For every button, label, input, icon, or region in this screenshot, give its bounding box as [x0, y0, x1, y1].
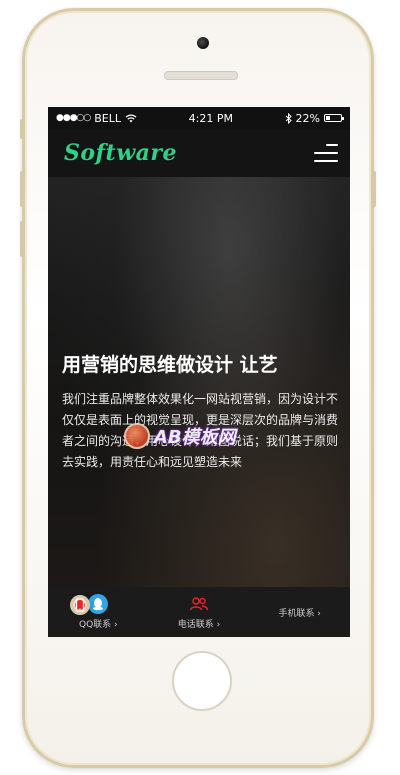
status-right: 22% — [285, 111, 344, 125]
hero-title: 用营销的思维做设计 让艺 — [62, 354, 278, 376]
tab-label: 电话联系 › — [177, 620, 221, 630]
mute-switch — [20, 119, 25, 139]
watermark-text: AB模板网 — [154, 427, 236, 448]
battery-percent: 22% — [295, 111, 320, 125]
wifi-icon — [125, 114, 137, 122]
mockup-stage: ●●●○○ BELL 4:21 PM 22% Software 用营销的思维做设… — [0, 0, 400, 775]
volume-down-button — [20, 221, 25, 257]
clock: 4:21 PM — [188, 111, 233, 125]
front-camera — [197, 37, 209, 49]
volume-up-button — [20, 171, 25, 207]
tab-qq-contact[interactable]: QQ联系 › — [48, 587, 149, 637]
top-navbar: Software — [48, 129, 350, 177]
tab-mobile-contact[interactable]: 手机联系 › — [70, 587, 350, 637]
contacts-icon — [189, 594, 209, 614]
watermark-logo-icon — [124, 423, 150, 449]
site-logo[interactable]: Software — [64, 140, 177, 166]
home-button[interactable] — [172, 651, 232, 711]
menu-line — [326, 144, 338, 146]
battery-icon — [324, 114, 344, 122]
power-button — [371, 171, 376, 207]
bluetooth-icon — [285, 112, 292, 124]
tab-label: 手机联系 › — [278, 608, 321, 619]
watermark: AB模板网 — [124, 423, 236, 449]
bottom-contact-bar: QQ联系 › 电话联系 › 手机联系 › — [48, 587, 350, 637]
signal-strength-icon: ●●●○○ — [56, 113, 91, 123]
carrier-name: BELL — [94, 111, 122, 125]
phone-screen: ●●●○○ BELL 4:21 PM 22% Software 用营销的思维做设… — [48, 107, 350, 637]
hamburger-menu-icon[interactable] — [314, 144, 338, 162]
qq-icon — [88, 594, 109, 614]
menu-line — [314, 152, 338, 154]
status-left: ●●●○○ BELL — [56, 112, 137, 125]
tab-phone-contact[interactable]: 电话联系 › — [149, 587, 250, 637]
tab-label: QQ联系 › — [79, 620, 118, 630]
menu-line — [314, 160, 338, 162]
hero-banner: 用营销的思维做设计 让艺 我们注重品牌整体效果化一网站视营销，因为设计不仅仅是表… — [48, 177, 350, 587]
status-bar: ●●●○○ BELL 4:21 PM 22% — [48, 107, 350, 129]
earpiece-speaker — [164, 71, 238, 80]
mobile-phone-icon — [70, 595, 90, 615]
